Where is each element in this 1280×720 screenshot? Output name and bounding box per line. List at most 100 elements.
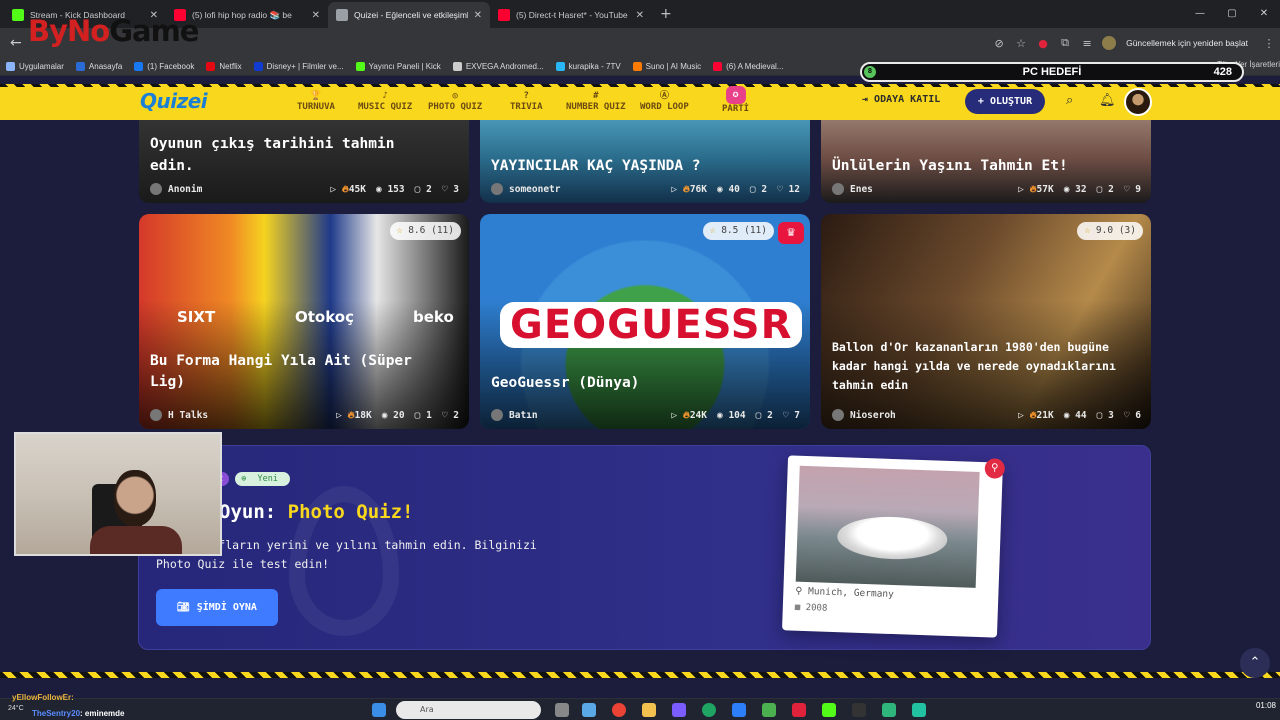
rating-count: (3) (1118, 225, 1136, 236)
quiz-card[interactable]: Oyunun çıkış tarihini tahmin edin. Anonim ▷… (139, 120, 469, 203)
bookmark-item[interactable]: Anasayfa (75, 62, 122, 71)
nav-label: PARTİ (722, 104, 750, 114)
browser-tab[interactable]: (5) Direct-t Hasret* - YouTube ✕ (490, 2, 652, 28)
app-icon[interactable] (762, 703, 776, 717)
chrome-icon[interactable] (612, 703, 626, 717)
app-icon[interactable] (882, 703, 896, 717)
tab-close-icon[interactable]: ✕ (636, 10, 644, 21)
app-icon[interactable] (852, 703, 866, 717)
bookmark-item[interactable]: (6) A Medieval... (713, 62, 783, 71)
bookmark-item[interactable]: Uygulamalar (6, 62, 64, 71)
new-badge-label: Yeni (257, 474, 278, 484)
card-stats: someonetr ▷ 🔥︎76K ◉ 40 ▢ 2 ♡ 12 (491, 183, 800, 195)
card-author[interactable]: Batın (491, 409, 661, 421)
nav-item-photo-quiz[interactable]: ◎ PHOTO QUIZ (428, 90, 482, 112)
likes-count: 7 (794, 409, 800, 421)
quiz-card[interactable]: GEOGUESSR ☆ 8.5 (11) ♛ GeoGuessr (Dünya) Bat… (480, 214, 810, 429)
nav-item-turnuva[interactable]: 🏆 TURNUVA (297, 90, 335, 112)
task-view-icon[interactable] (555, 703, 569, 717)
nav-item-trivia[interactable]: ? TRIVIA (510, 90, 543, 112)
nav-item-number-quiz[interactable]: # NUMBER QUIZ (566, 90, 626, 112)
likes-stat[interactable]: ♡ 6 (1124, 410, 1141, 421)
back-arrow-icon[interactable]: ← (10, 35, 22, 51)
bookmark-item[interactable]: EXVEGA Andromed... (452, 62, 544, 71)
taskbar-search[interactable]: Ara (396, 701, 541, 719)
bookmark-item[interactable]: Yayıncı Paneli | Kick (355, 62, 441, 71)
quiz-card[interactable]: SIXT Otokoç beko ☆ 8.6 (11) Bu Forma Hangi Y… (139, 214, 469, 429)
bookmark-item[interactable]: kurapika - 7TV (555, 62, 621, 71)
tab-close-icon[interactable]: ✕ (312, 10, 320, 21)
user-avatar[interactable] (1124, 88, 1152, 116)
fire-icon: 🔥︎ (1029, 183, 1037, 195)
author-avatar (491, 183, 503, 195)
star-icon[interactable]: ☆ (1010, 37, 1032, 50)
kick-icon[interactable] (822, 703, 836, 717)
author-avatar (491, 409, 503, 421)
extension-red-icon[interactable]: ● (1032, 37, 1054, 50)
puzzle-icon[interactable]: ⧉ (1054, 36, 1076, 50)
card-shade (821, 214, 1151, 429)
likes-stat[interactable]: ♡ 12 (777, 184, 800, 195)
close-window-button[interactable]: ✕ (1248, 0, 1280, 28)
quiz-card[interactable]: Ünlülerin Yaşını Tahmin Et! Enes ▷ 🔥︎57K ◉ … (821, 120, 1151, 203)
search-icon[interactable]: ⌕ (1066, 93, 1073, 108)
quiz-card[interactable]: YAYINCILAR KAÇ YAŞINDA ? someonetr ▷ 🔥︎76K… (480, 120, 810, 203)
card-author[interactable]: Nioseroh (832, 409, 1008, 421)
bookmark-favicon-icon (555, 62, 565, 71)
likes-count: 3 (453, 183, 459, 195)
reading-list-icon[interactable]: ≡ (1076, 37, 1098, 50)
nav-label: TRIVIA (510, 102, 543, 112)
widget-icon[interactable] (582, 703, 596, 717)
eye-off-icon[interactable]: ⊘ (988, 37, 1010, 50)
nav-label: PHOTO QUIZ (428, 102, 483, 112)
likes-stat[interactable]: ♡ 7 (783, 410, 800, 421)
site-logo[interactable]: Quizei (140, 89, 208, 113)
app-icon[interactable] (732, 703, 746, 717)
bookmark-favicon-icon (6, 62, 15, 71)
webcam-person-head (114, 470, 156, 526)
minimize-button[interactable]: — (1184, 0, 1216, 28)
likes-stat[interactable]: ♡ 9 (1124, 184, 1141, 195)
more-menu-icon[interactable]: ⋮ (1258, 37, 1280, 50)
card-author[interactable]: Enes (832, 183, 1008, 195)
bookmark-item[interactable]: Netflix (206, 62, 242, 71)
bookmark-item[interactable]: (1) Facebook (134, 62, 194, 71)
app-icon[interactable] (702, 703, 716, 717)
start-icon[interactable] (372, 703, 386, 717)
nav-icon: # (593, 91, 599, 101)
maximize-button[interactable]: ▢ (1216, 0, 1248, 28)
card-author[interactable]: H Talks (150, 409, 326, 421)
app-icon[interactable] (912, 703, 926, 717)
bell-icon[interactable]: 🔔︎ (1099, 93, 1116, 108)
quiz-card[interactable]: ☆ 9.0 (3) Ballon d'Or kazananların 1980'd… (821, 214, 1151, 429)
bookmark-item[interactable]: Disney+ | Filmler ve... (253, 62, 344, 71)
profile-avatar[interactable] (1102, 36, 1117, 50)
folder-icon[interactable] (642, 703, 656, 717)
browser-tab[interactable]: Quizei - Eğlenceli ve etkileşimli ✕ (328, 2, 490, 28)
nav-item-word-loop[interactable]: Ⓐ WORD LOOP (640, 90, 689, 112)
page-bottom (0, 678, 1280, 698)
app-icon[interactable] (672, 703, 686, 717)
scroll-to-top-button[interactable]: ⌃ (1240, 648, 1270, 678)
likes-count: 6 (1135, 409, 1141, 421)
bookmark-item[interactable]: Suno | AI Music (632, 62, 701, 71)
join-room-button[interactable]: ⇥ ODAYA KATIL (862, 94, 940, 105)
card-author[interactable]: someonetr (491, 183, 661, 195)
card-author[interactable]: Anonim (150, 183, 320, 195)
author-name: someonetr (509, 183, 561, 195)
photo-year-text: 2008 (805, 603, 828, 614)
update-restart-button[interactable]: Güncellemek için yeniden başlat (1126, 38, 1248, 48)
nav-item-parti̇[interactable]: ✪ PARTİ (722, 86, 750, 114)
likes-stat[interactable]: ♡ 3 (442, 184, 459, 195)
author-name: Enes (850, 183, 873, 195)
likes-stat[interactable]: ♡ 2 (442, 410, 459, 421)
nav-item-music-quiz[interactable]: ♪ MUSIC QUIZ (358, 90, 412, 112)
play-now-button[interactable]: 📷︎ ŞİMDİ OYNA (156, 589, 278, 626)
plays-count: 18K (354, 409, 372, 421)
create-button[interactable]: + OLUŞTUR (965, 89, 1045, 114)
plays-stat: ▷ 🔥︎76K (671, 183, 707, 195)
rating-count: (11) (431, 225, 454, 236)
app-icon[interactable] (792, 703, 806, 717)
new-tab-button[interactable]: + (660, 6, 672, 22)
tab-close-icon[interactable]: ✕ (474, 10, 482, 21)
